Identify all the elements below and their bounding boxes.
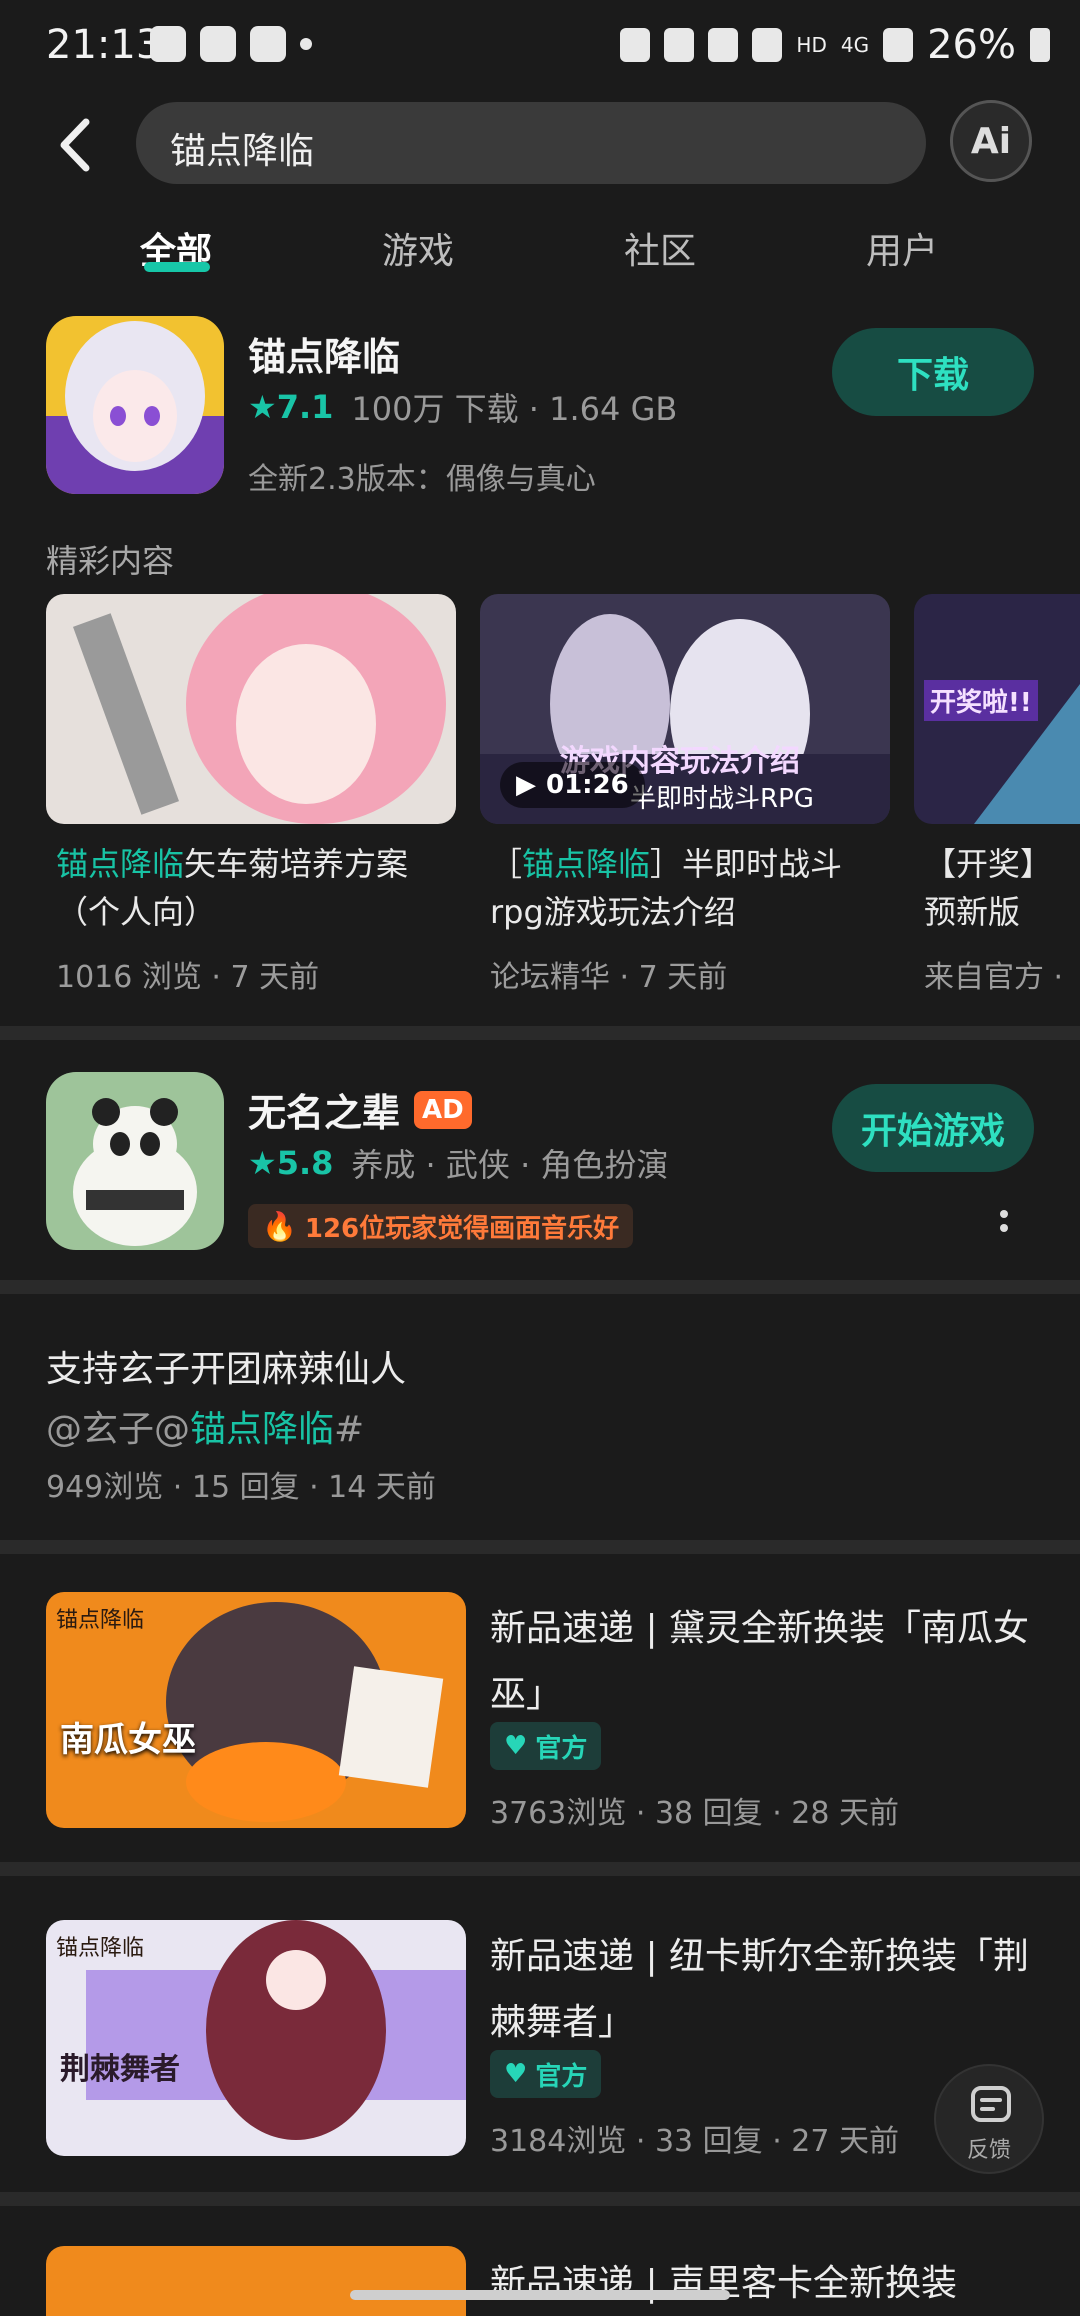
battery-percent: 26% xyxy=(927,22,1016,68)
gallery-icon xyxy=(250,26,286,62)
divider xyxy=(0,1280,1080,1294)
home-indicator[interactable] xyxy=(350,2290,730,2300)
highlight-thumb-3[interactable]: 开奖啦!! xyxy=(914,594,1080,824)
highlight-title-2[interactable]: ［锚点降临］半即时战斗rpg游戏玩法介绍 xyxy=(490,840,890,936)
section-title: 精彩内容 xyxy=(46,542,175,580)
back-button[interactable] xyxy=(52,110,100,180)
app-icon-anchor[interactable] xyxy=(46,316,224,494)
official-badge: ♥ 官方 xyxy=(490,1722,602,1770)
play-icon: ▶ xyxy=(516,770,536,800)
message-icon xyxy=(150,26,186,62)
rating-value: ★5.8 xyxy=(248,1144,334,1182)
genre-tags: 养成 · 武侠 · 角色扮演 xyxy=(351,1146,669,1184)
post-title-partial[interactable]: 新品速递 | 声里客卡全新换装 xyxy=(490,2254,957,2316)
hd-label: HD xyxy=(796,33,827,57)
search-input[interactable]: 锚点降临 xyxy=(136,102,926,184)
more-notifications-icon xyxy=(300,38,312,50)
tab-users[interactable]: 用户 xyxy=(866,222,938,274)
post-mentions[interactable]: @玄子@锚点降临# xyxy=(46,1400,364,1452)
battery-icon xyxy=(1030,28,1050,62)
thumb-caption: 南瓜女巫 xyxy=(60,1720,196,1760)
rating-value: ★7.1 xyxy=(248,388,334,426)
heart-icon: ♥ xyxy=(504,2059,528,2089)
anime-art-image xyxy=(46,594,456,824)
post-meta: 3763浏览 · 38 回复 · 28 天前 xyxy=(490,1796,899,1831)
announcement-banner: 开奖啦!! xyxy=(924,680,1038,721)
tab-games[interactable]: 游戏 xyxy=(382,222,454,274)
video-duration: ▶ 01:26 xyxy=(500,762,645,808)
highlight-thumb-2[interactable]: 游戏内容玩法介绍 半即时战斗RPG ▶ 01:26 xyxy=(480,594,890,824)
divider xyxy=(0,2192,1080,2206)
clock: 21:13 xyxy=(46,22,162,68)
thumb-logo: 锚点降临 xyxy=(56,1936,145,1961)
ad-rating-row: ★5.8 养成 · 武侠 · 角色扮演 xyxy=(248,1140,668,1186)
player-hint-text: 126位玩家觉得画面音乐好 xyxy=(304,1213,620,1244)
alarm-icon xyxy=(664,28,695,62)
thumb-caption: 荆棘舞者 xyxy=(60,2052,180,2087)
post-meta: 949浏览 · 15 回复 · 14 天前 xyxy=(46,1470,436,1505)
official-badge: ♥ 官方 xyxy=(490,2050,602,2098)
app-rating-row: ★7.1 100万 下载 · 1.64 GB xyxy=(248,384,677,430)
download-stats: 100万 下载 · 1.64 GB xyxy=(351,390,678,428)
ad-badge: AD xyxy=(414,1090,472,1129)
network-label: 4G xyxy=(840,33,870,57)
notification-icons xyxy=(150,26,312,62)
divider xyxy=(0,1540,1080,1554)
feedback-label: 反馈 xyxy=(966,2138,1011,2163)
video-overlay-subtitle: 半即时战斗RPG xyxy=(630,784,814,814)
post-meta: 3184浏览 · 33 回复 · 27 天前 xyxy=(490,2124,899,2159)
feedback-button[interactable]: 反馈 xyxy=(934,2064,1044,2174)
highlight-meta-1: 1016 浏览 · 7 天前 xyxy=(56,960,320,995)
player-hint: 🔥 126位玩家觉得画面音乐好 xyxy=(248,1204,634,1248)
search-query: 锚点降临 xyxy=(170,131,315,172)
app-subtitle: 全新2.3版本：偶像与真心 xyxy=(248,462,596,497)
app-icon-panda[interactable] xyxy=(46,1072,224,1250)
download-button[interactable]: 下载 xyxy=(832,328,1034,416)
tab-community[interactable]: 社区 xyxy=(624,222,696,274)
highlight-meta-2: 论坛精华 · 7 天前 xyxy=(490,960,728,995)
highlight-thumb-1[interactable] xyxy=(46,594,456,824)
system-icons: HD 4G 26% xyxy=(620,22,1050,68)
wifi-icon xyxy=(752,28,783,62)
heart-icon: ♥ xyxy=(504,1731,528,1761)
post-title[interactable]: 支持玄子开团麻辣仙人 xyxy=(46,1340,406,1392)
divider xyxy=(0,1026,1080,1040)
highlight-meta-3: 来自官方 · xyxy=(924,960,1064,995)
thumb-logo: 锚点降临 xyxy=(56,1608,145,1633)
active-tab-indicator xyxy=(144,262,210,272)
post-thumb-partial[interactable] xyxy=(46,2246,466,2316)
post-title[interactable]: 新品速递 | 黛灵全新换装「南瓜女巫」 xyxy=(490,1596,1050,1728)
signal-icon xyxy=(883,28,914,62)
post-thumb-pumpkin[interactable]: 锚点降临 南瓜女巫 xyxy=(46,1592,466,1828)
anime-girl-icon xyxy=(46,316,224,494)
app-name[interactable]: 锚点降临 xyxy=(248,326,400,381)
blocked-icon xyxy=(200,26,236,62)
flame-icon: 🔥 xyxy=(262,1209,297,1243)
battery-saver-icon xyxy=(620,28,651,62)
start-game-button[interactable]: 开始游戏 xyxy=(832,1084,1034,1172)
post-thumb-thorn[interactable]: 锚点降临 荆棘舞者 xyxy=(46,1920,466,2156)
more-options-icon[interactable] xyxy=(1000,1210,1010,1238)
highlight-title-3[interactable]: 【开奖】预新版本，转 xyxy=(924,840,1080,936)
mute-icon xyxy=(708,28,739,62)
highlight-title-1[interactable]: 锚点降临矢车菊培养方案（个人向） xyxy=(56,840,456,936)
post-title[interactable]: 新品速递 | 纽卡斯尔全新换装「荆棘舞者」 xyxy=(490,1924,1050,2056)
back-arrow-icon xyxy=(60,118,90,172)
app-name[interactable]: 无名之辈 xyxy=(248,1082,400,1137)
status-bar: 21:13 HD 4G 26% xyxy=(0,0,1080,92)
ad-app-title-row: 无名之辈 AD xyxy=(248,1082,472,1137)
ai-button[interactable]: Ai xyxy=(950,100,1032,182)
partial-thumb-image xyxy=(46,2246,466,2316)
feedback-icon xyxy=(971,2086,1011,2122)
panda-icon xyxy=(46,1072,224,1250)
divider xyxy=(0,1862,1080,1876)
